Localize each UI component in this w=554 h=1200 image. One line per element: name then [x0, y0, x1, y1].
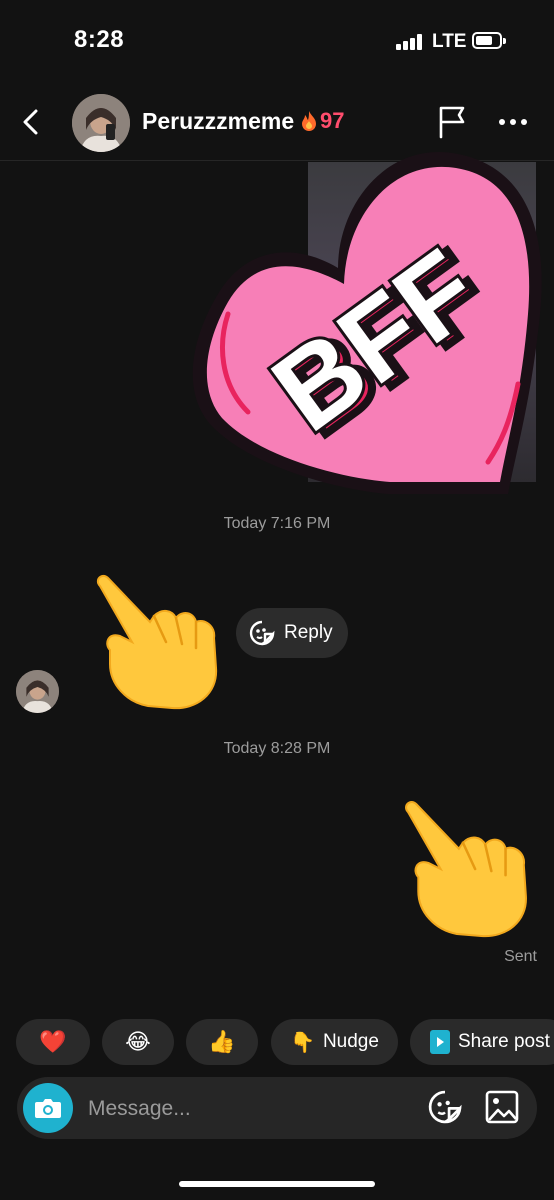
sent-message-emoji[interactable] — [400, 796, 534, 938]
more-options-button[interactable] — [496, 108, 530, 136]
streak-count: 97 — [320, 108, 345, 133]
quick-reply-laugh[interactable]: 😂 — [102, 1019, 174, 1065]
back-button[interactable] — [14, 104, 50, 140]
sent-status: Sent — [504, 948, 537, 965]
username[interactable]: Peruzzzmeme — [142, 108, 294, 135]
sticker-button[interactable] — [426, 1088, 464, 1126]
nudge-button[interactable]: 👇 Nudge — [271, 1019, 398, 1065]
thumbs-up-icon: 👍 — [208, 1029, 236, 1054]
reply-label: Reply — [284, 622, 333, 643]
quick-reply-thumbs-up[interactable]: 👍 — [186, 1019, 258, 1065]
timestamp: Today 8:28 PM — [223, 740, 331, 757]
pointing-down-icon: 👇 — [290, 1031, 315, 1054]
share-post-label: Share post — [458, 1031, 550, 1052]
laughing-emoji-icon: 😂 — [125, 1029, 151, 1054]
bff-heart-sticker[interactable]: BFF BFF — [188, 144, 554, 504]
battery-icon — [472, 32, 506, 49]
streak-badge: 97 — [300, 108, 344, 134]
fire-icon — [302, 111, 316, 131]
camera-button[interactable] — [23, 1083, 73, 1133]
status-time: 8:28 — [74, 26, 125, 53]
video-icon — [430, 1030, 450, 1054]
camera-icon — [35, 1099, 61, 1118]
network-type: LTE — [432, 31, 467, 52]
image-icon — [485, 1090, 519, 1124]
share-post-button[interactable]: Share post — [410, 1019, 554, 1065]
quick-reply-heart[interactable]: ❤️ — [16, 1019, 90, 1065]
home-indicator — [179, 1181, 375, 1187]
gallery-button[interactable] — [484, 1088, 520, 1126]
message-input[interactable] — [86, 1094, 410, 1124]
report-flag-button[interactable] — [436, 104, 470, 140]
signal-strength-icon — [396, 34, 424, 50]
sender-avatar[interactable] — [16, 670, 59, 713]
timestamp: Today 7:16 PM — [223, 515, 331, 532]
sticker-face-icon — [249, 620, 275, 646]
avatar[interactable] — [72, 94, 130, 152]
quick-replies: ❤️ 😂 👍 👇 Nudge Share post — [16, 1019, 554, 1065]
received-message-emoji[interactable] — [92, 570, 224, 710]
reply-button[interactable]: Reply — [236, 608, 348, 658]
heart-icon: ❤️ — [39, 1029, 67, 1054]
nudge-label: Nudge — [322, 1031, 379, 1052]
sticker-face-icon — [428, 1090, 462, 1124]
